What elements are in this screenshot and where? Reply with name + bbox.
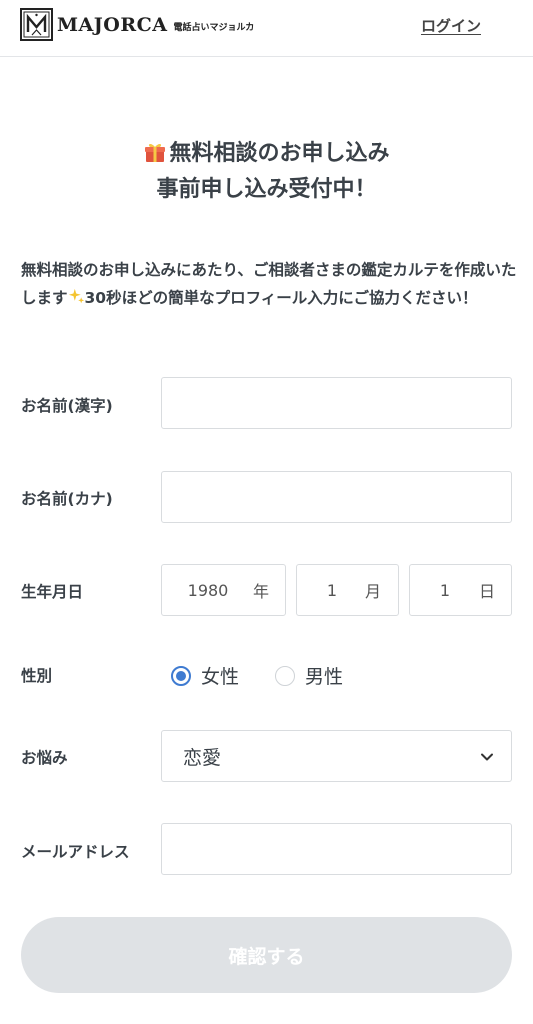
radio-checked-icon	[171, 665, 191, 686]
birth-day-value: 1	[439, 580, 451, 600]
intro-text-part-2: 30秒ほどの簡単なプロフィール入力にご協力ください！	[84, 289, 478, 307]
birthdate-label: 生年月日	[21, 583, 84, 601]
gender-label: 性別	[21, 667, 53, 685]
email-label: メールアドレス	[21, 843, 130, 861]
chevron-down-icon	[481, 753, 493, 761]
gift-icon	[145, 143, 166, 162]
birth-year-unit: 年	[253, 582, 270, 601]
birth-day-unit: 日	[479, 582, 496, 601]
brand-name: MAJORCA	[57, 13, 168, 36]
page-title: 無料相談のお申し込み 事前申し込み受付中！	[0, 136, 533, 208]
concern-select[interactable]: 恋愛	[161, 730, 512, 782]
brand-subtitle: 電話占いマジョルカ	[173, 22, 255, 33]
birth-month-select[interactable]: 1 月	[296, 564, 399, 616]
concern-selected-value: 恋愛	[183, 746, 222, 769]
gender-male-label: 男性	[305, 666, 344, 688]
gender-female-label: 女性	[201, 666, 240, 688]
sparkle-icon	[68, 288, 84, 304]
header: MAJORCA 電話占いマジョルカ ログイン	[0, 0, 533, 57]
name-kanji-label: お名前(漢字)	[21, 397, 113, 415]
title-text-1: 無料相談のお申し込み	[169, 141, 390, 166]
name-kana-input[interactable]	[161, 471, 512, 523]
birth-month-unit: 月	[365, 582, 382, 601]
birth-year-select[interactable]: 1980 年	[161, 564, 286, 616]
majorca-logo-icon	[20, 8, 53, 41]
concern-label: お悩み	[21, 749, 68, 767]
birth-month-value: 1	[326, 580, 338, 600]
birth-year-value: 1980	[187, 580, 229, 600]
name-kana-label: お名前(カナ)	[21, 490, 113, 508]
title-line-1: 無料相談のお申し込み	[0, 136, 533, 172]
brand-logo[interactable]: MAJORCA 電話占いマジョルカ	[20, 8, 254, 41]
name-kanji-input[interactable]	[161, 377, 512, 429]
gender-male-radio[interactable]: 男性	[275, 662, 343, 689]
confirm-button[interactable]: 確認する	[21, 917, 512, 993]
gender-female-radio[interactable]: 女性	[171, 662, 239, 689]
intro-text: 無料相談のお申し込みにあたり、ご相談者さまの鑑定カルテを作成いたします 30秒ほど…	[21, 256, 521, 312]
radio-unchecked-icon	[275, 665, 295, 686]
title-line-2: 事前申し込み受付中！	[156, 177, 377, 202]
birth-day-select[interactable]: 1 日	[409, 564, 512, 616]
email-input[interactable]	[161, 823, 512, 875]
login-link[interactable]: ログイン	[421, 15, 481, 36]
